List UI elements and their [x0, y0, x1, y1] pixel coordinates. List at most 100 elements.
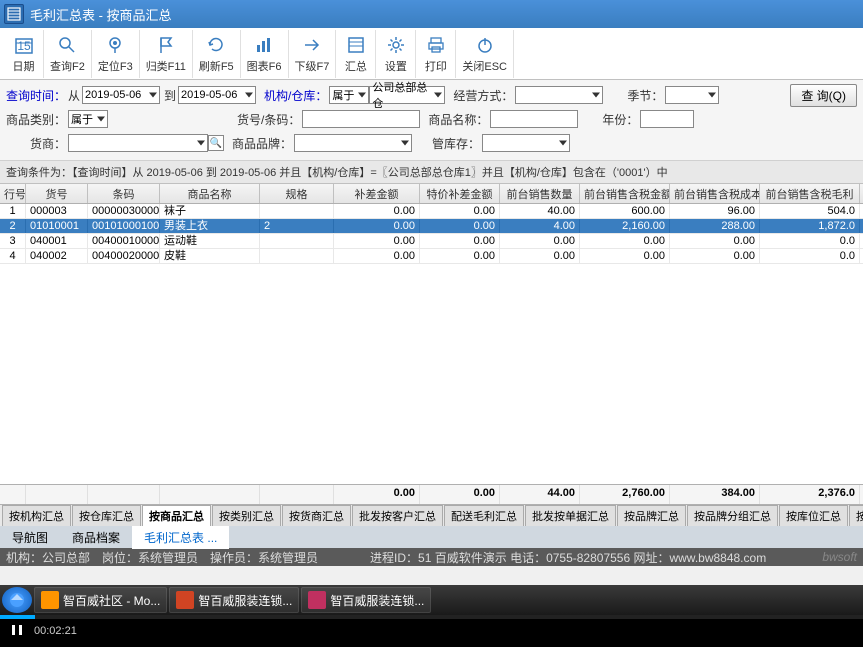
- season-select[interactable]: [665, 86, 719, 104]
- stock-select[interactable]: [482, 134, 570, 152]
- cell: 男装上衣: [160, 219, 260, 233]
- toolbar-label: 日期: [13, 58, 35, 74]
- mode-select[interactable]: [515, 86, 603, 104]
- query-button[interactable]: 查询F2: [44, 30, 92, 78]
- taskbar-firefox-label: 智百威社区 - Mo...: [63, 592, 160, 609]
- summary-tab[interactable]: 配送毛利汇总: [444, 505, 524, 526]
- label-stock: 管库存：: [432, 135, 480, 152]
- run-query-button[interactable]: 查 询(Q): [790, 84, 857, 107]
- table-row[interactable]: 10000030000003000007袜子0.000.0040.00600.0…: [0, 204, 863, 219]
- status-process: 进程ID：51 百威软件演示 电话：0755-82807556 网址：www.b…: [370, 549, 766, 566]
- total-cell: 384.00: [670, 485, 760, 504]
- video-progress-track[interactable]: [0, 615, 863, 619]
- prodname-input[interactable]: [490, 110, 578, 128]
- close-button[interactable]: 关闭ESC: [456, 30, 514, 78]
- taskbar-app[interactable]: 智百威服装连锁...: [301, 587, 431, 613]
- summary-tab[interactable]: 按商品汇总: [142, 505, 211, 526]
- col-header[interactable]: 商品名称: [160, 184, 260, 203]
- taskbar-powerpoint[interactable]: 智百威服装连锁...: [169, 587, 299, 613]
- cell: 运动鞋: [160, 234, 260, 248]
- search-icon: [56, 34, 78, 56]
- summary-tab[interactable]: 按类别汇总: [212, 505, 281, 526]
- code-input[interactable]: [302, 110, 420, 128]
- classify-button[interactable]: 归类F11: [140, 30, 193, 78]
- printer-icon: [425, 34, 447, 56]
- date-to-input[interactable]: 2019-05-06: [178, 86, 256, 104]
- date-from-input[interactable]: 2019-05-06: [82, 86, 160, 104]
- col-header[interactable]: 前台销售含税金额: [580, 184, 670, 203]
- col-header[interactable]: 条码: [88, 184, 160, 203]
- cell: 000003: [26, 204, 88, 218]
- year-input[interactable]: [640, 110, 694, 128]
- summary-tab[interactable]: 按品牌分组汇总: [687, 505, 778, 526]
- power-icon: [474, 34, 496, 56]
- chart-button[interactable]: 图表F6: [241, 30, 289, 78]
- pause-icon[interactable]: [10, 623, 24, 640]
- summary-tab[interactable]: 按库位汇总: [779, 505, 848, 526]
- table-row[interactable]: 2010100010010100010007男装上衣20.000.004.002…: [0, 219, 863, 234]
- taskbar-ppt-label: 智百威服装连锁...: [198, 592, 292, 609]
- summary-tab[interactable]: 批发按单据汇总: [525, 505, 616, 526]
- grid-body: 10000030000003000007袜子0.000.0040.00600.0…: [0, 204, 863, 264]
- taskbar-app-label: 智百威服装连锁...: [330, 592, 424, 609]
- cell: 0.00: [580, 249, 670, 263]
- nav-tab[interactable]: 商品档案: [60, 526, 132, 549]
- summary-tab[interactable]: 按日期汇总: [849, 505, 863, 526]
- summary-tab[interactable]: 按品牌汇总: [617, 505, 686, 526]
- col-header[interactable]: 货号: [26, 184, 88, 203]
- table-row[interactable]: 30400010040001000005运动鞋0.000.000.000.000…: [0, 234, 863, 249]
- cell: 4: [0, 249, 26, 263]
- cat-op-select[interactable]: 属于: [68, 110, 108, 128]
- summary-tab[interactable]: 按机构汇总: [2, 505, 71, 526]
- calendar-icon: 15: [13, 34, 35, 56]
- vendor-select[interactable]: [68, 134, 208, 152]
- col-header[interactable]: 前台销售含税成本: [670, 184, 760, 203]
- toolbar-label: 下级F7: [295, 58, 330, 74]
- date-button[interactable]: 15 日期: [4, 30, 44, 78]
- brand-select[interactable]: [294, 134, 412, 152]
- nav-tab[interactable]: 毛利汇总表 ...: [132, 526, 229, 549]
- grid-header: 行号货号条码商品名称规格补差金额特价补差金额前台销售数量前台销售含税金额前台销售…: [0, 184, 863, 204]
- cell: 0.00: [670, 234, 760, 248]
- locate-button[interactable]: 定位F3: [92, 30, 140, 78]
- refresh-button[interactable]: 刷新F5: [193, 30, 241, 78]
- col-header[interactable]: 行号: [0, 184, 26, 203]
- total-cell: [260, 485, 334, 504]
- start-button[interactable]: [2, 587, 32, 613]
- col-header[interactable]: 特价补差金额: [420, 184, 500, 203]
- print-button[interactable]: 打印: [416, 30, 456, 78]
- cell: 01010001: [26, 219, 88, 233]
- gear-icon: [385, 34, 407, 56]
- vendor-search-icon[interactable]: 🔍: [208, 135, 224, 151]
- nav-tab[interactable]: 导航图: [0, 526, 60, 549]
- summary-tab[interactable]: 按货商汇总: [282, 505, 351, 526]
- cell: 288.00: [670, 219, 760, 233]
- main-toolbar: 15 日期查询F2定位F3归类F11刷新F5图表F6 下级F7 汇总 设置打印关闭ESC: [0, 28, 863, 80]
- list-icon: [345, 34, 367, 56]
- col-header[interactable]: 补差金额: [334, 184, 420, 203]
- toolbar-label: 设置: [385, 58, 407, 74]
- cell: 0.00: [580, 234, 670, 248]
- cell: 0.00: [500, 249, 580, 263]
- summary-tab[interactable]: 按仓库汇总: [72, 505, 141, 526]
- cell: 0.00: [420, 249, 500, 263]
- next-button[interactable]: 下级F7: [289, 30, 337, 78]
- cell: 0.00: [670, 249, 760, 263]
- cell: 4.00: [500, 219, 580, 233]
- org-op-select[interactable]: 属于: [329, 86, 369, 104]
- col-header[interactable]: 规格: [260, 184, 334, 203]
- cell: [260, 249, 334, 263]
- cell: 0.0: [760, 234, 860, 248]
- toolbar-label: 汇总: [345, 58, 367, 74]
- status-brand: bwsoft: [822, 550, 857, 564]
- summary-tab[interactable]: 批发按客户汇总: [352, 505, 443, 526]
- summary-button[interactable]: 汇总: [336, 30, 376, 78]
- col-header[interactable]: 前台销售含税毛利: [760, 184, 860, 203]
- conditions-text: 查询条件为：【查询时间】从 2019-05-06 到 2019-05-06 并且…: [0, 161, 863, 184]
- table-row[interactable]: 40400020040002000004皮鞋0.000.000.000.000.…: [0, 249, 863, 264]
- org-select[interactable]: 公司总部总仓: [369, 86, 445, 104]
- settings-button[interactable]: 设置: [376, 30, 416, 78]
- taskbar-firefox[interactable]: 智百威社区 - Mo...: [34, 587, 167, 613]
- col-header[interactable]: 前台销售数量: [500, 184, 580, 203]
- cell: 0.00: [334, 249, 420, 263]
